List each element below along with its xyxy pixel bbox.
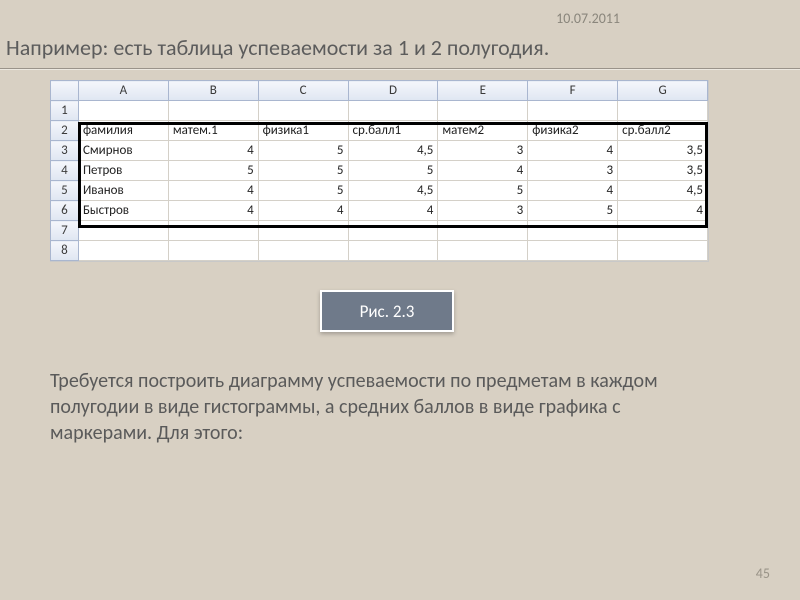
cell[interactable]: физика2: [528, 121, 618, 141]
cell[interactable]: 4: [618, 201, 708, 221]
select-all-cell[interactable]: [51, 81, 79, 101]
slide-title: Например: есть таблица успеваемости за 1…: [6, 34, 549, 61]
cell[interactable]: 3: [528, 161, 618, 181]
cell[interactable]: 3: [438, 201, 528, 221]
cell[interactable]: [258, 101, 348, 121]
cell[interactable]: [258, 241, 348, 261]
page-number: 45: [756, 565, 770, 582]
cell[interactable]: матем.1: [168, 121, 258, 141]
cell[interactable]: 4: [528, 141, 618, 161]
cell[interactable]: [618, 241, 708, 261]
cell[interactable]: [168, 241, 258, 261]
cell[interactable]: [348, 241, 438, 261]
cell[interactable]: [348, 101, 438, 121]
cell[interactable]: 4,5: [618, 181, 708, 201]
cell[interactable]: [78, 241, 168, 261]
cell[interactable]: [78, 101, 168, 121]
cell[interactable]: 4: [348, 201, 438, 221]
cell[interactable]: [168, 101, 258, 121]
spreadsheet: A B C D E F G 1 2 фамилия матем.1 физика…: [50, 80, 709, 262]
cell[interactable]: матем2: [438, 121, 528, 141]
cell[interactable]: [618, 221, 708, 241]
cell[interactable]: 4: [168, 141, 258, 161]
cell[interactable]: Иванов: [78, 181, 168, 201]
table-row: 3 Смирнов 4 5 4,5 3 4 3,5: [51, 141, 708, 161]
cell[interactable]: ср.балл1: [348, 121, 438, 141]
cell[interactable]: физика1: [258, 121, 348, 141]
cell[interactable]: [528, 101, 618, 121]
row-header[interactable]: 5: [51, 181, 79, 201]
cell[interactable]: [438, 241, 528, 261]
table-row: 1: [51, 101, 708, 121]
table-row: 6 Быстров 4 4 4 3 5 4: [51, 201, 708, 221]
col-header-d[interactable]: D: [348, 81, 438, 101]
cell[interactable]: 3: [438, 141, 528, 161]
row-header[interactable]: 4: [51, 161, 79, 181]
cell[interactable]: [438, 101, 528, 121]
table-row: 7: [51, 221, 708, 241]
cell[interactable]: [168, 221, 258, 241]
cell[interactable]: 5: [258, 141, 348, 161]
cell[interactable]: Смирнов: [78, 141, 168, 161]
cell[interactable]: [438, 221, 528, 241]
cell[interactable]: 4,5: [348, 141, 438, 161]
col-header-a[interactable]: A: [78, 81, 168, 101]
cell[interactable]: 5: [528, 201, 618, 221]
cell[interactable]: [78, 221, 168, 241]
cell[interactable]: 4: [438, 161, 528, 181]
col-header-e[interactable]: E: [438, 81, 528, 101]
col-header-f[interactable]: F: [528, 81, 618, 101]
cell[interactable]: 4: [168, 181, 258, 201]
divider: [0, 68, 800, 70]
cell[interactable]: 5: [168, 161, 258, 181]
cell[interactable]: 3,5: [618, 161, 708, 181]
body-text: Требуется построить диаграмму успеваемос…: [50, 368, 700, 446]
table-row: 2 фамилия матем.1 физика1 ср.балл1 матем…: [51, 121, 708, 141]
cell[interactable]: 5: [258, 161, 348, 181]
row-header[interactable]: 3: [51, 141, 79, 161]
cell[interactable]: 3,5: [618, 141, 708, 161]
cell[interactable]: Петров: [78, 161, 168, 181]
table-row: 5 Иванов 4 5 4,5 5 4 4,5: [51, 181, 708, 201]
cell[interactable]: Быстров: [78, 201, 168, 221]
cell[interactable]: [618, 101, 708, 121]
row-header[interactable]: 6: [51, 201, 79, 221]
cell[interactable]: [348, 221, 438, 241]
col-header-g[interactable]: G: [618, 81, 708, 101]
cell[interactable]: 4: [258, 201, 348, 221]
cell[interactable]: 5: [258, 181, 348, 201]
cell[interactable]: 4,5: [348, 181, 438, 201]
figure-caption: Рис. 2.3: [320, 290, 454, 332]
col-header-c[interactable]: C: [258, 81, 348, 101]
slide-date: 10.07.2011: [556, 10, 620, 27]
cell[interactable]: [528, 221, 618, 241]
row-header[interactable]: 2: [51, 121, 79, 141]
cell[interactable]: 5: [348, 161, 438, 181]
row-header[interactable]: 1: [51, 101, 79, 121]
col-header-b[interactable]: B: [168, 81, 258, 101]
cell[interactable]: 4: [528, 181, 618, 201]
cell[interactable]: 5: [438, 181, 528, 201]
table-row: 8: [51, 241, 708, 261]
cell[interactable]: 4: [168, 201, 258, 221]
cell[interactable]: [528, 241, 618, 261]
cell[interactable]: [258, 221, 348, 241]
row-header[interactable]: 7: [51, 221, 79, 241]
table-row: 4 Петров 5 5 5 4 3 3,5: [51, 161, 708, 181]
cell[interactable]: фамилия: [78, 121, 168, 141]
cell[interactable]: ср.балл2: [618, 121, 708, 141]
row-header[interactable]: 8: [51, 241, 79, 261]
